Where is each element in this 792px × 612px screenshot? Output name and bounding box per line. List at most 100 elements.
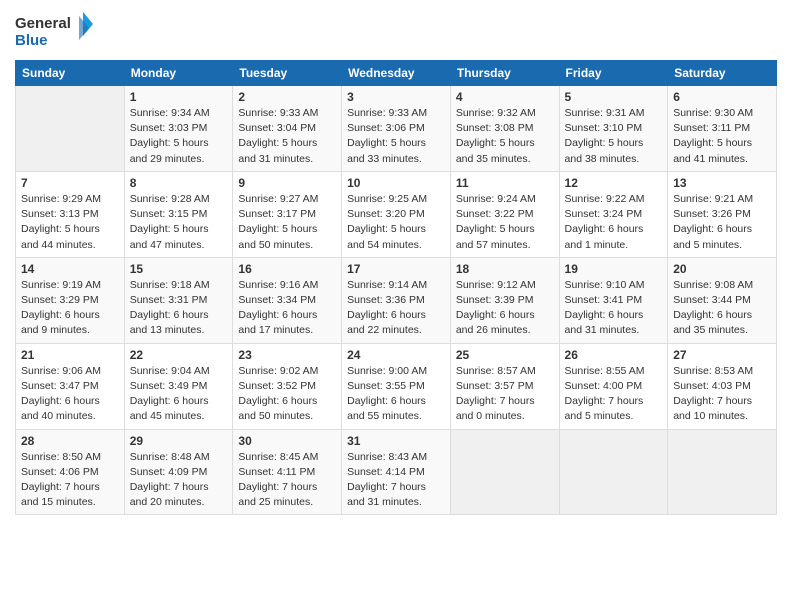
calendar-cell: 16 Sunrise: 9:16 AM Sunset: 3:34 PM Dayli…	[233, 257, 342, 343]
day-info: Sunrise: 9:31 AM Sunset: 3:10 PM Dayligh…	[565, 106, 663, 167]
calendar-cell: 18 Sunrise: 9:12 AM Sunset: 3:39 PM Dayli…	[450, 257, 559, 343]
day-number: 16	[238, 262, 336, 276]
day-info: Sunrise: 9:08 AM Sunset: 3:44 PM Dayligh…	[673, 278, 771, 339]
logo: General Blue	[15, 10, 95, 52]
day-number: 6	[673, 90, 771, 104]
calendar-cell: 17 Sunrise: 9:14 AM Sunset: 3:36 PM Dayli…	[342, 257, 451, 343]
calendar-cell	[450, 429, 559, 515]
day-number: 30	[238, 434, 336, 448]
day-info: Sunrise: 9:00 AM Sunset: 3:55 PM Dayligh…	[347, 364, 445, 425]
calendar-cell: 23Sunrise: 9:02 AM Sunset: 3:52 PM Dayli…	[233, 343, 342, 429]
calendar-cell: 5 Sunrise: 9:31 AM Sunset: 3:10 PM Daylig…	[559, 86, 668, 172]
calendar-cell: 11 Sunrise: 9:24 AM Sunset: 3:22 PM Dayli…	[450, 171, 559, 257]
day-number: 12	[565, 176, 663, 190]
calendar-cell	[16, 86, 125, 172]
day-info: Sunrise: 9:30 AM Sunset: 3:11 PM Dayligh…	[673, 106, 771, 167]
day-info: Sunrise: 9:06 AM Sunset: 3:47 PM Dayligh…	[21, 364, 119, 425]
calendar-cell: 26Sunrise: 8:55 AM Sunset: 4:00 PM Dayli…	[559, 343, 668, 429]
day-info: Sunrise: 8:43 AM Sunset: 4:14 PM Dayligh…	[347, 450, 445, 511]
calendar-cell: 12 Sunrise: 9:22 AM Sunset: 3:24 PM Dayli…	[559, 171, 668, 257]
day-info: Sunrise: 8:48 AM Sunset: 4:09 PM Dayligh…	[130, 450, 228, 511]
day-info: Sunrise: 9:32 AM Sunset: 3:08 PM Dayligh…	[456, 106, 554, 167]
calendar-cell: 3 Sunrise: 9:33 AM Sunset: 3:06 PM Daylig…	[342, 86, 451, 172]
day-number: 4	[456, 90, 554, 104]
day-number: 21	[21, 348, 119, 362]
calendar-cell	[559, 429, 668, 515]
calendar-cell: 8Sunrise: 9:28 AM Sunset: 3:15 PM Daylig…	[124, 171, 233, 257]
calendar-week-row: 14 Sunrise: 9:19 AM Sunset: 3:29 PM Dayli…	[16, 257, 777, 343]
day-info: Sunrise: 9:24 AM Sunset: 3:22 PM Dayligh…	[456, 192, 554, 253]
calendar-cell: 28Sunrise: 8:50 AM Sunset: 4:06 PM Dayli…	[16, 429, 125, 515]
day-info: Sunrise: 9:12 AM Sunset: 3:39 PM Dayligh…	[456, 278, 554, 339]
svg-text:General: General	[15, 15, 71, 32]
calendar-cell: 1 Sunrise: 9:34 AM Sunset: 3:03 PM Daylig…	[124, 86, 233, 172]
weekday-header-monday: Monday	[124, 61, 233, 86]
day-info: Sunrise: 9:18 AM Sunset: 3:31 PM Dayligh…	[130, 278, 228, 339]
day-info: Sunrise: 9:10 AM Sunset: 3:41 PM Dayligh…	[565, 278, 663, 339]
day-info: Sunrise: 9:16 AM Sunset: 3:34 PM Dayligh…	[238, 278, 336, 339]
day-info: Sunrise: 9:29 AM Sunset: 3:13 PM Dayligh…	[21, 192, 119, 253]
day-info: Sunrise: 9:21 AM Sunset: 3:26 PM Dayligh…	[673, 192, 771, 253]
day-info: Sunrise: 8:50 AM Sunset: 4:06 PM Dayligh…	[21, 450, 119, 511]
day-number: 7	[21, 176, 119, 190]
day-number: 1	[130, 90, 228, 104]
calendar-cell: 27Sunrise: 8:53 AM Sunset: 4:03 PM Dayli…	[668, 343, 777, 429]
weekday-header-wednesday: Wednesday	[342, 61, 451, 86]
day-info: Sunrise: 8:57 AM Sunset: 3:57 PM Dayligh…	[456, 364, 554, 425]
calendar-week-row: 28Sunrise: 8:50 AM Sunset: 4:06 PM Dayli…	[16, 429, 777, 515]
day-info: Sunrise: 9:33 AM Sunset: 3:04 PM Dayligh…	[238, 106, 336, 167]
day-number: 31	[347, 434, 445, 448]
weekday-header-tuesday: Tuesday	[233, 61, 342, 86]
day-info: Sunrise: 9:14 AM Sunset: 3:36 PM Dayligh…	[347, 278, 445, 339]
day-info: Sunrise: 9:27 AM Sunset: 3:17 PM Dayligh…	[238, 192, 336, 253]
calendar-cell: 19 Sunrise: 9:10 AM Sunset: 3:41 PM Dayli…	[559, 257, 668, 343]
day-number: 23	[238, 348, 336, 362]
day-number: 29	[130, 434, 228, 448]
calendar-cell: 9Sunrise: 9:27 AM Sunset: 3:17 PM Daylig…	[233, 171, 342, 257]
day-number: 25	[456, 348, 554, 362]
calendar-cell: 4 Sunrise: 9:32 AM Sunset: 3:08 PM Daylig…	[450, 86, 559, 172]
day-number: 11	[456, 176, 554, 190]
day-info: Sunrise: 9:19 AM Sunset: 3:29 PM Dayligh…	[21, 278, 119, 339]
calendar-cell: 14 Sunrise: 9:19 AM Sunset: 3:29 PM Dayli…	[16, 257, 125, 343]
calendar-cell: 21 Sunrise: 9:06 AM Sunset: 3:47 PM Dayli…	[16, 343, 125, 429]
day-number: 19	[565, 262, 663, 276]
day-number: 13	[673, 176, 771, 190]
calendar-cell: 10Sunrise: 9:25 AM Sunset: 3:20 PM Dayli…	[342, 171, 451, 257]
calendar-week-row: 7 Sunrise: 9:29 AM Sunset: 3:13 PM Daylig…	[16, 171, 777, 257]
day-info: Sunrise: 9:22 AM Sunset: 3:24 PM Dayligh…	[565, 192, 663, 253]
day-number: 5	[565, 90, 663, 104]
calendar-table: SundayMondayTuesdayWednesdayThursdayFrid…	[15, 60, 777, 515]
calendar-cell	[668, 429, 777, 515]
calendar-cell: 13 Sunrise: 9:21 AM Sunset: 3:26 PM Dayli…	[668, 171, 777, 257]
calendar-cell: 25 Sunrise: 8:57 AM Sunset: 3:57 PM Dayli…	[450, 343, 559, 429]
calendar-cell: 20Sunrise: 9:08 AM Sunset: 3:44 PM Dayli…	[668, 257, 777, 343]
day-info: Sunrise: 9:25 AM Sunset: 3:20 PM Dayligh…	[347, 192, 445, 253]
calendar-cell: 30 Sunrise: 8:45 AM Sunset: 4:11 PM Dayli…	[233, 429, 342, 515]
calendar-cell: 29 Sunrise: 8:48 AM Sunset: 4:09 PM Dayli…	[124, 429, 233, 515]
weekday-header-row: SundayMondayTuesdayWednesdayThursdayFrid…	[16, 61, 777, 86]
day-info: Sunrise: 8:45 AM Sunset: 4:11 PM Dayligh…	[238, 450, 336, 511]
weekday-header-sunday: Sunday	[16, 61, 125, 86]
weekday-header-thursday: Thursday	[450, 61, 559, 86]
day-number: 22	[130, 348, 228, 362]
calendar-cell: 31 Sunrise: 8:43 AM Sunset: 4:14 PM Dayli…	[342, 429, 451, 515]
calendar-cell: 24Sunrise: 9:00 AM Sunset: 3:55 PM Dayli…	[342, 343, 451, 429]
day-number: 14	[21, 262, 119, 276]
day-info: Sunrise: 9:33 AM Sunset: 3:06 PM Dayligh…	[347, 106, 445, 167]
calendar-week-row: 1 Sunrise: 9:34 AM Sunset: 3:03 PM Daylig…	[16, 86, 777, 172]
day-number: 18	[456, 262, 554, 276]
weekday-header-saturday: Saturday	[668, 61, 777, 86]
calendar-cell: 6 Sunrise: 9:30 AM Sunset: 3:11 PM Daylig…	[668, 86, 777, 172]
day-number: 17	[347, 262, 445, 276]
calendar-cell: 2 Sunrise: 9:33 AM Sunset: 3:04 PM Daylig…	[233, 86, 342, 172]
day-number: 2	[238, 90, 336, 104]
day-number: 3	[347, 90, 445, 104]
page-header: General Blue	[15, 10, 777, 52]
logo-svg: General Blue	[15, 10, 95, 52]
svg-text:Blue: Blue	[15, 32, 48, 49]
day-info: Sunrise: 9:34 AM Sunset: 3:03 PM Dayligh…	[130, 106, 228, 167]
calendar-cell: 15Sunrise: 9:18 AM Sunset: 3:31 PM Dayli…	[124, 257, 233, 343]
day-number: 8	[130, 176, 228, 190]
day-number: 27	[673, 348, 771, 362]
